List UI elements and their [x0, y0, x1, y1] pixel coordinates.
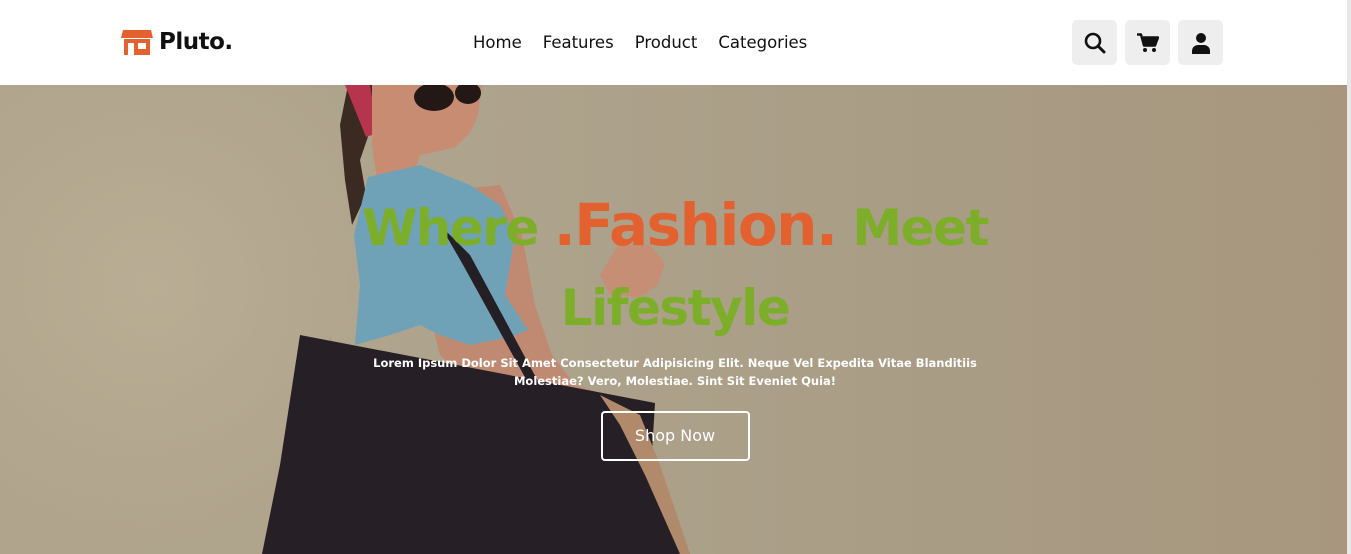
hero-title-highlight: .Fashion. — [553, 191, 838, 259]
shop-icon — [121, 30, 153, 55]
page-scrollbar[interactable] — [1347, 0, 1351, 554]
brand-logo[interactable]: Pluto. — [121, 27, 233, 57]
cart-icon — [1136, 32, 1159, 52]
nav-home[interactable]: Home — [473, 31, 522, 55]
hero-title: Where .Fashion. Meet Lifestyle — [340, 185, 1010, 348]
nav-features[interactable]: Features — [543, 31, 614, 55]
cart-button[interactable] — [1125, 20, 1170, 65]
search-icon — [1084, 32, 1105, 53]
header-actions — [1072, 20, 1223, 65]
hero-banner: Where .Fashion. Meet Lifestyle Lorem Ips… — [0, 85, 1351, 554]
hero-content: Where .Fashion. Meet Lifestyle Lorem Ips… — [340, 185, 1010, 461]
nav-categories[interactable]: Categories — [718, 31, 807, 55]
nav-product[interactable]: Product — [635, 31, 698, 55]
main-nav: Home Features Product Categories — [473, 31, 828, 55]
hero-title-part1: Where — [362, 199, 554, 257]
search-button[interactable] — [1072, 20, 1117, 65]
account-button[interactable] — [1178, 20, 1223, 65]
shop-now-button[interactable]: Shop Now — [600, 411, 750, 461]
hero-description: Lorem Ipsum Dolor Sit Amet Consectetur A… — [373, 356, 977, 388]
site-header: Pluto. Home Features Product Categories — [0, 0, 1351, 85]
user-icon — [1191, 32, 1210, 54]
brand-name: Pluto. — [159, 29, 233, 55]
